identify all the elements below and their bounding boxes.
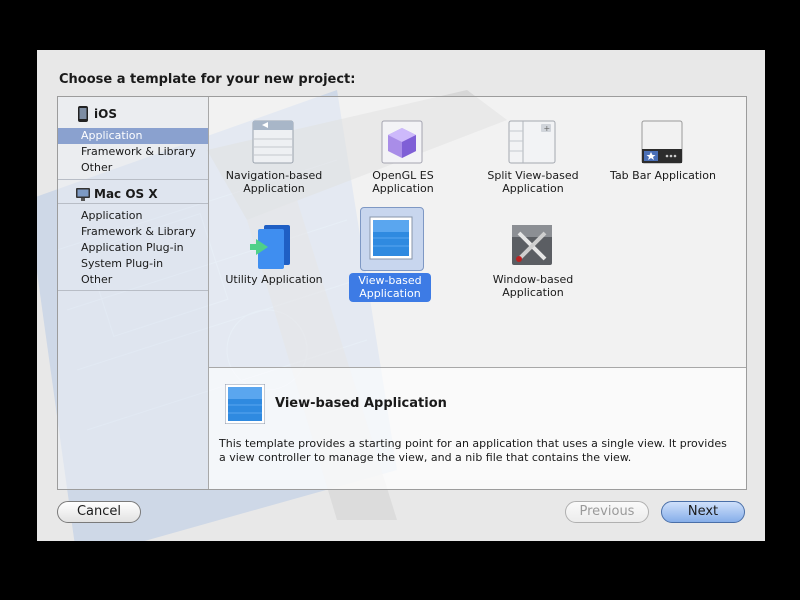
template-chooser: iOS Application Framework & Library Othe… (57, 96, 747, 490)
iphone-icon (78, 106, 88, 122)
navigation-template-icon (252, 120, 294, 164)
new-project-sheet: Choose a template for your new project: … (37, 50, 765, 541)
sidebar-item-mac-application[interactable]: Application (58, 208, 208, 224)
svg-text:+: + (544, 124, 551, 133)
sidebar-section-ios: iOS (58, 103, 208, 125)
view-based-icon (369, 216, 413, 260)
sidebar-item-mac-system-plugin[interactable]: System Plug-in (58, 256, 208, 272)
sidebar-item-ios-other[interactable]: Other (58, 160, 208, 176)
sidebar-divider (58, 290, 208, 291)
sidebar-item-mac-application-plugin[interactable]: Application Plug-in (58, 240, 208, 256)
sidebar-item-ios-application[interactable]: Application (58, 128, 208, 144)
template-window-based[interactable]: Window-based Application (468, 201, 598, 301)
description-text: This template provides a starting point … (219, 437, 727, 464)
template-opengl-es[interactable]: OpenGL ES Application (338, 97, 468, 197)
tab-bar-icon (641, 120, 683, 164)
template-navigation-based[interactable]: Navigation-based Application (209, 97, 339, 197)
previous-button[interactable]: Previous (565, 501, 649, 523)
mac-icon (76, 188, 90, 201)
dialog-title: Choose a template for your new project: (59, 72, 356, 87)
template-view-based[interactable]: View-based Application (349, 207, 431, 302)
opengl-cube-icon (381, 120, 423, 164)
template-utility[interactable]: Utility Application (209, 201, 339, 301)
sidebar-item-ios-framework-library[interactable]: Framework & Library (58, 144, 208, 160)
sidebar-divider (58, 179, 208, 180)
template-description: View-based Application This template pro… (209, 368, 746, 489)
sidebar-divider (58, 203, 208, 204)
template-split-view-based[interactable]: + Split View-based Application (468, 97, 598, 197)
description-title: View-based Application (275, 396, 447, 411)
template-grid: Navigation-based Application OpenGL ES A… (209, 97, 746, 368)
template-tab-bar[interactable]: Tab Bar Application (598, 97, 728, 197)
utility-flip-icon (250, 225, 290, 269)
next-button[interactable]: Next (661, 501, 745, 523)
view-based-icon (225, 384, 265, 424)
window-based-tools-icon (512, 225, 552, 265)
sidebar-section-mac: Mac OS X (58, 183, 208, 205)
sidebar-item-mac-other[interactable]: Other (58, 272, 208, 288)
template-sidebar: iOS Application Framework & Library Othe… (58, 97, 209, 489)
cancel-button[interactable]: Cancel (57, 501, 141, 523)
sidebar-item-mac-framework-library[interactable]: Framework & Library (58, 224, 208, 240)
selected-template-label: View-based Application (349, 273, 431, 302)
split-view-icon: + (508, 120, 556, 164)
